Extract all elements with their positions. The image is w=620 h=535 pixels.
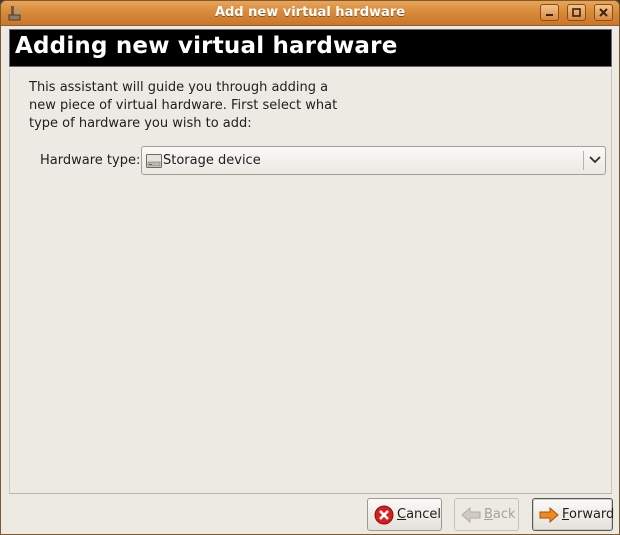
cancel-label: Cancel	[397, 507, 442, 522]
back-label: Back	[484, 507, 516, 522]
forward-button[interactable]: Forward	[532, 498, 615, 531]
maximize-button[interactable]	[567, 4, 586, 21]
minimize-button[interactable]	[540, 4, 559, 21]
back-arrow-icon	[461, 506, 481, 523]
chevron-down-icon	[589, 156, 601, 164]
titlebar[interactable]: Add new virtual hardware	[1, 1, 619, 26]
combo-separator	[583, 151, 584, 170]
dialog-window: Add new virtual hardware Adding new virt…	[0, 0, 620, 535]
forward-label: Forward	[562, 507, 615, 522]
close-icon	[599, 8, 608, 17]
storage-device-icon	[146, 154, 162, 168]
close-window-button[interactable]	[594, 4, 613, 21]
hardware-type-label: Hardware type:	[40, 153, 141, 168]
minimize-icon	[546, 14, 553, 16]
window-title: Add new virtual hardware	[214, 5, 406, 20]
forward-arrow-icon	[539, 506, 559, 523]
maximize-icon	[572, 8, 581, 17]
cancel-button[interactable]: Cancel	[367, 498, 442, 531]
page-heading: Adding new virtual hardware	[15, 33, 398, 59]
header-banner: Adding new virtual hardware	[9, 29, 612, 67]
back-button[interactable]: Back	[454, 498, 519, 531]
hardware-type-select[interactable]: Storage device	[141, 146, 606, 175]
intro-text: This assistant will guide you through ad…	[29, 80, 338, 131]
hardware-type-value: Storage device	[163, 153, 261, 168]
cancel-icon	[374, 505, 394, 524]
